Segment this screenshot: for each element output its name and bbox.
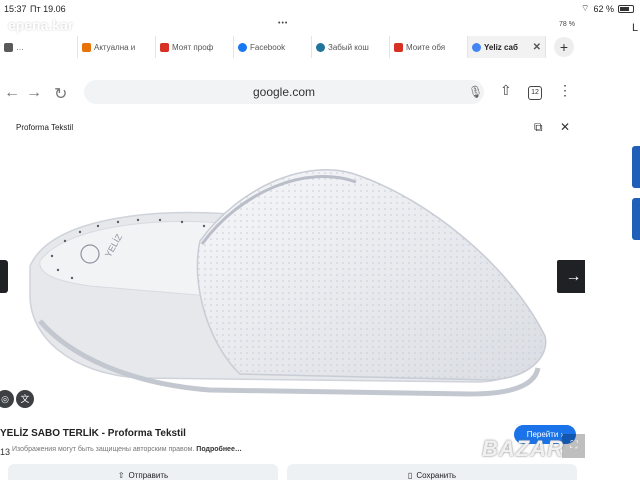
tab-1[interactable]: Актуална и (78, 36, 156, 58)
close-tab-icon[interactable]: ✕ (533, 42, 541, 53)
url-bar[interactable]: google.com (84, 80, 484, 104)
back-arrow-icon[interactable]: ← (4, 84, 20, 102)
edge-letter: L (632, 22, 639, 34)
tab-label: Моите обя (406, 42, 446, 52)
image-source-bar: Proforma Tekstil ⧉ ✕ (0, 118, 585, 140)
address-row: ← → ↻ google.com 🎙 ⇧ 12 ⋮ (0, 76, 585, 106)
tab-favicon (316, 42, 325, 52)
edge-blue-tab[interactable] (632, 146, 640, 188)
inner-status-bar: ••• 78 % (0, 18, 585, 32)
facebook-icon (238, 42, 247, 52)
microphone-icon[interactable]: 🎙 (468, 85, 483, 99)
tab-label: Facebook (250, 42, 286, 52)
next-image-button[interactable]: → (557, 260, 585, 293)
google-icon (472, 42, 481, 52)
share-label: Отправить (128, 470, 169, 480)
close-viewer-icon[interactable]: ✕ (560, 120, 570, 134)
tab-2[interactable]: Моят проф (156, 36, 234, 58)
reload-icon[interactable]: ↻ (54, 84, 67, 104)
tab-favicon (394, 42, 403, 52)
watermark-bazar: BAZAR (482, 436, 564, 461)
tab-label: Yeliz саб (484, 42, 518, 52)
tab-label: Забый кош (328, 42, 369, 52)
copyright-note: Изображения могут быть защищены авторски… (12, 446, 242, 453)
share-action-icon: ⇧ (117, 470, 125, 480)
previous-image-edge[interactable] (0, 260, 8, 293)
more-details-link[interactable]: Подробнее… (196, 446, 242, 453)
screen: 15:37 Пт 19.06 ⌔ 62 % ••• 78 % … Актуалн… (0, 0, 640, 480)
multitask-dots: ••• (278, 20, 289, 27)
result-title[interactable]: YELİZ SABO TERLİK - Proforma Tekstil (0, 428, 186, 439)
wifi-icon: ⌔ (581, 3, 590, 13)
tab-label: Актуална и (94, 42, 136, 52)
page-index: 13 (0, 447, 11, 457)
image-source-name: Proforma Tekstil (16, 123, 74, 132)
watermark-top: ерепа.kar (8, 17, 74, 33)
copyright-text: Изображения могут быть защищены авторски… (12, 446, 195, 453)
share-button[interactable]: ⇧ Отправить (8, 464, 278, 480)
tab-favicon (82, 42, 91, 52)
tab-label: Моят проф (172, 42, 214, 52)
product-image-clog: YELİZ (29, 169, 547, 397)
inner-screenshot: ••• 78 % … Актуална и Моят проф Facebook (0, 18, 585, 480)
bookmark-icon: ▯ (407, 470, 413, 480)
save-button[interactable]: ▯ Сохранить (287, 464, 577, 480)
tab-label: … (16, 42, 24, 52)
inner-battery: 78 % (559, 21, 575, 28)
tab-strip: … Актуална и Моят проф Facebook Забый ко… (0, 36, 585, 58)
new-tab-button[interactable]: + (554, 37, 574, 57)
device-status-bar: 15:37 Пт 19.06 ⌔ 62 % (0, 0, 640, 18)
tab-favicon (160, 42, 169, 52)
battery-percent: 62 % (593, 3, 614, 14)
forward-arrow-icon[interactable]: → (26, 84, 42, 102)
tab-4[interactable]: Забый кош (312, 36, 390, 58)
tab-3[interactable]: Facebook (234, 36, 312, 58)
status-date: Пт 19.06 (30, 4, 66, 14)
fullscreen-icon[interactable]: ⛶ (562, 434, 585, 458)
status-right: ⌔ 62 % (581, 3, 634, 14)
tab-6-active[interactable]: Yeliz саб ✕ (468, 36, 546, 58)
tab-favicon (4, 42, 13, 52)
tab-0[interactable]: … (0, 36, 78, 58)
tab-5[interactable]: Моите обя (390, 36, 468, 58)
edge-blue-tab[interactable] (632, 198, 640, 240)
more-menu-icon[interactable]: ⋮ (558, 82, 572, 99)
share-icon[interactable]: ⇧ (500, 82, 512, 99)
translate-icon[interactable]: 文 (16, 390, 34, 408)
status-time: 15:37 (4, 4, 27, 14)
open-external-icon[interactable]: ⧉ (534, 120, 543, 135)
tab-count-button[interactable]: 12 (528, 86, 542, 100)
battery-icon (618, 4, 634, 13)
save-label: Сохранить (416, 470, 457, 480)
